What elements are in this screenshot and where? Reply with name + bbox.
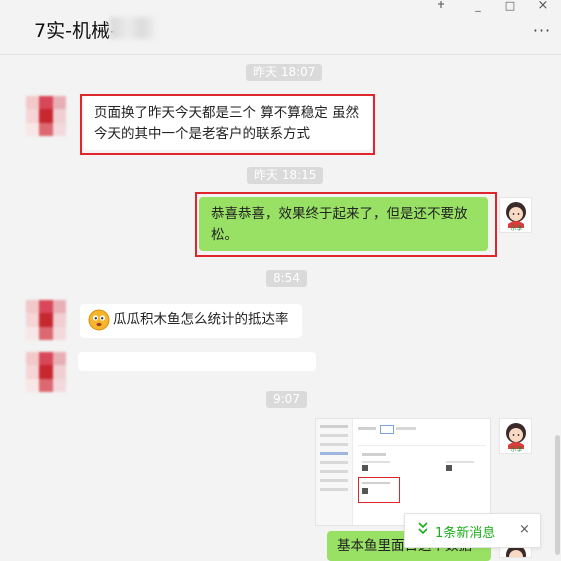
image-message-thumbnail[interactable] [315,418,491,526]
contact-avatar[interactable] [26,352,66,392]
new-message-notification[interactable]: 1条新消息 × [404,513,541,548]
contact-avatar[interactable] [26,96,66,136]
scrollbar[interactable] [555,55,560,555]
more-options-button[interactable]: ··· [530,23,554,40]
message-text: 瓜瓜积木鱼怎么统计的抵达率 [113,311,289,328]
message-bubble[interactable] [78,352,316,371]
maximize-button[interactable]: □ [502,0,518,14]
scrollbar-thumb[interactable] [555,435,560,555]
chevron-down-icon [418,522,428,535]
close-button[interactable]: × [535,0,551,14]
highlight-box [80,94,375,155]
timestamp: 8:54 [266,270,307,287]
chat-title: 7实-机械- [34,20,117,42]
my-avatar[interactable]: 乐享 [499,418,532,454]
timestamp: 9:07 [266,391,307,408]
title-bar: 7实-机械- _ □ × ··· [0,0,561,55]
thumbnail-highlight [358,477,400,503]
highlight-box [195,192,497,257]
blurred-name [110,17,156,39]
timestamp: 昨天 18:15 [247,167,324,184]
minimize-button[interactable]: _ [470,0,486,14]
thumbnail-sidebar [316,419,353,525]
new-message-text[interactable]: 1条新消息 [435,522,495,541]
notification-close-button[interactable]: × [519,522,530,537]
contact-avatar[interactable] [26,300,66,340]
pin-icon[interactable] [433,0,449,14]
avatar-caption: 乐享 [510,446,523,453]
message-bubble[interactable]: 瓜瓜积木鱼怎么统计的抵达率 [80,304,302,338]
my-avatar[interactable]: 乐享 [499,197,532,233]
timestamp: 昨天 18:07 [246,64,323,81]
confused-emoji-icon [88,309,110,331]
avatar-caption: 乐享 [510,225,523,232]
